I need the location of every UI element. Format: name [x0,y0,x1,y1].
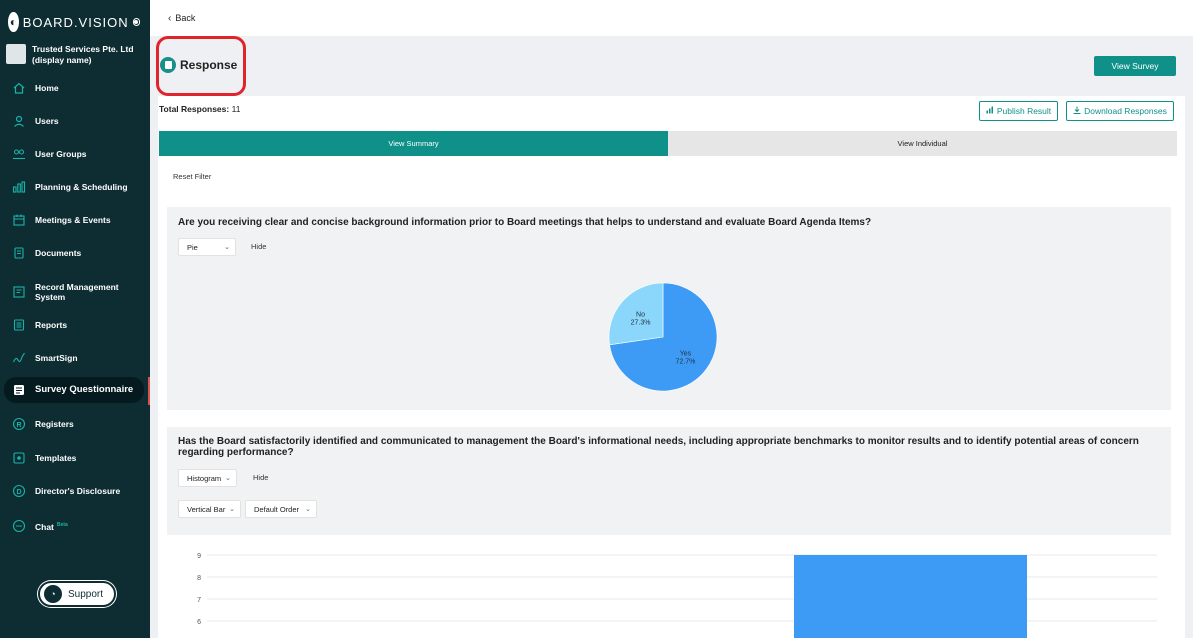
view-tabs: View Summary View Individual [159,131,1177,156]
sidebar-item-label: Registers [35,419,74,429]
sidebar-item-label: Planning & Scheduling [35,182,128,192]
sidebar-item-label: Reports [35,320,68,330]
publish-result-button[interactable]: Publish Result [979,101,1058,121]
planning-icon [12,180,26,194]
sidebar-item-users[interactable]: Users [0,110,150,132]
org-switcher[interactable]: Trusted Services Pte. Ltd (display name) [0,44,150,72]
pie-chart: Yes72.7% No27.3% [608,282,718,392]
beta-badge: Beta [56,522,68,529]
reports-icon [12,318,26,332]
support-button[interactable]: ◔ Support [38,581,116,607]
question-card-1: Are you receiving clear and concise back… [167,207,1171,410]
sidebar-item-directors-disclosure[interactable]: D Director's Disclosure [0,480,150,502]
sidebar-item-user-groups[interactable]: User Groups [0,143,150,165]
pie-label-yes: Yes [680,350,692,357]
bar-chart: 6 7 8 9 [167,535,1171,638]
signature-icon [12,351,26,365]
view-survey-button[interactable]: View Survey [1094,56,1176,76]
sidebar-item-meetings[interactable]: Meetings & Events [0,209,150,231]
sidebar-item-smartsign[interactable]: SmartSign [0,347,150,369]
pie-value-no: 27.3% [631,320,651,327]
document-icon [160,57,176,73]
survey-icon [12,383,26,397]
total-responses-label: Total Responses: [159,104,230,114]
support-icon: ◔ [44,585,62,603]
y-tick-label: 7 [197,597,201,604]
sidebar-item-home[interactable]: Home [0,77,150,99]
org-name: Trusted Services Pte. Ltd (display name) [32,44,134,65]
back-link[interactable]: ‹ Back [168,13,195,24]
sidebar-item-label: Users [35,116,59,126]
tab-view-summary[interactable]: View Summary [159,131,668,156]
sidebar-item-label: Home [35,83,59,93]
brand-logo-icon: ◐ [8,12,19,32]
sidebar-item-planning[interactable]: Planning & Scheduling [0,176,150,198]
sidebar-item-label: Meetings & Events [35,215,111,225]
responses-card: Total Responses: 11 Publish Result Downl… [158,96,1185,638]
pie-value-yes: 72.7% [676,358,696,365]
y-tick-label: 8 [197,575,201,582]
org-avatar [6,44,26,64]
download-responses-label: Download Responses [1084,106,1167,116]
support-label: Support [68,588,104,600]
total-responses-value: 11 [231,104,241,114]
documents-icon [12,246,26,260]
home-icon [12,81,26,95]
sidebar-item-survey-questionnaire[interactable]: Survey Questionnaire [4,377,144,403]
sidebar-item-documents[interactable]: Documents [0,242,150,264]
sidebar: ◐ BOARD.VISION Trusted Services Pte. Ltd… [0,0,150,638]
sidebar-item-label: Documents [35,248,82,258]
sidebar-item-registers[interactable]: R Registers [0,413,150,435]
sidebar-item-label: SmartSign [35,353,78,363]
users-icon [12,147,26,161]
tab-view-individual[interactable]: View Individual [668,131,1177,156]
sidebar-item-label: Director's Disclosure [35,486,121,496]
chat-icon [12,519,26,533]
page-title: Response [160,57,237,73]
download-responses-button[interactable]: Download Responses [1066,101,1174,121]
publish-result-label: Publish Result [996,106,1052,116]
chat-label: Chat [35,521,54,532]
svg-text:D: D [16,489,21,496]
templates-icon [12,451,26,465]
back-label: Back [175,12,196,23]
bar-chart-icon [986,106,994,116]
record-icon [12,285,26,299]
pie-label-no: No [636,312,645,319]
download-icon [1073,106,1081,116]
sidebar-item-label: Chat Beta [35,520,68,532]
page-header: Response View Survey [150,36,1193,96]
sidebar-item-label: Record Management System [35,282,119,302]
question-card-2: Has the Board satisfactorily identified … [167,427,1171,638]
sidebar-item-label: Survey Questionnaire [35,384,134,395]
svg-text:R: R [16,422,21,429]
sidebar-item-reports[interactable]: Reports [0,314,150,336]
registered-icon: R [12,417,26,431]
sidebar-item-templates[interactable]: Templates [0,447,150,469]
page-title-text: Response [180,58,238,72]
user-icon [12,114,26,128]
brand: ◐ BOARD.VISION [0,0,150,44]
top-bar: ‹ Back [150,0,1193,36]
y-tick-label: 6 [197,619,201,626]
sidebar-item-record-management[interactable]: Record Management System [0,277,150,307]
main-content: ‹ Back Response View Survey Total Respons… [150,0,1193,638]
bar[interactable] [794,555,1027,638]
y-tick-label: 9 [197,553,201,560]
disclosure-icon: D [12,484,26,498]
total-responses: Total Responses: 11 [159,104,240,114]
sidebar-item-label: User Groups [35,149,87,159]
chevron-left-icon: ‹ [168,12,172,24]
sidebar-item-label: Templates [35,453,77,463]
sidebar-toggle-icon[interactable] [132,18,140,26]
brand-name: BOARD.VISION [22,14,129,30]
sidebar-item-chat[interactable]: Chat Beta [0,515,150,537]
reset-filter-link[interactable]: Reset Filter [173,172,211,181]
calendar-icon [12,213,26,227]
